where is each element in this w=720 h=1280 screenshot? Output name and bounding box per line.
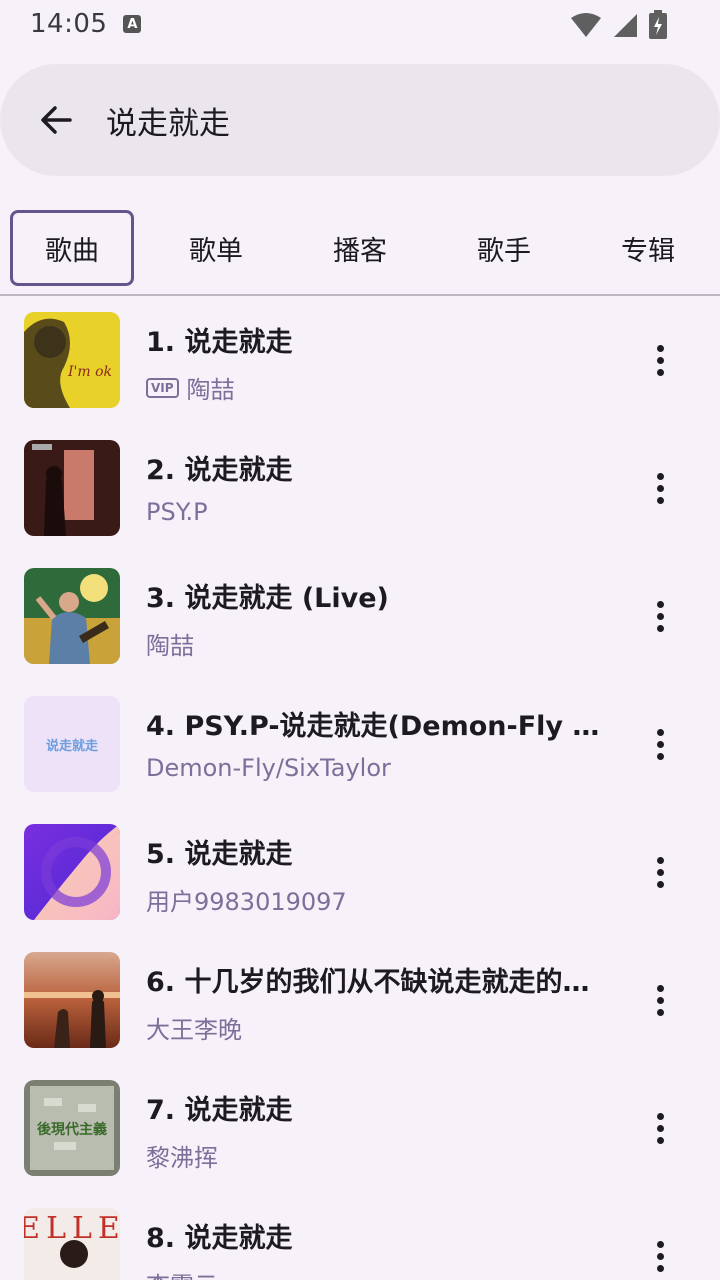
more-options-button[interactable] [636,1104,684,1152]
song-subtitle: VIP 陶喆 [146,370,235,405]
album-art: ELLE [24,1208,120,1280]
song-subtitle: Demon-Fly/SixTaylor [146,754,391,782]
song-row[interactable]: 6. 十几岁的我们从不缺说走就走的勇气 大王李晚 [0,936,720,1064]
song-row[interactable]: 说走就走 4. PSY.P-说走就走(Demon-Fly SixTaylor R… [0,680,720,808]
song-title: 5. 说走就走 [146,839,293,870]
more-options-button[interactable] [636,1232,684,1280]
song-row[interactable]: 5. 说走就走 用户9983019097 [0,808,720,936]
tab-podcasts[interactable]: 播客 [298,210,422,286]
album-art-label: I'm ok [67,364,112,380]
tab-playlists[interactable]: 歌单 [154,210,278,286]
song-row[interactable]: I'm ok 1. 说走就走 VIP 陶喆 [0,296,720,424]
back-button[interactable] [26,90,86,150]
vip-icon: VIP [146,377,179,398]
tab-bar: 歌曲 歌单 播客 歌手 专辑 [0,206,720,290]
signal-icon [614,14,637,37]
back-arrow-icon [41,106,72,134]
song-row[interactable]: 2. 说走就走 PSY.P [0,424,720,552]
album-art: 说走就走 [24,696,120,792]
song-artist: PSY.P [146,498,208,526]
song-artist: 大王李晚 [146,1016,242,1044]
album-art-label: 後現代主義 [37,1121,107,1138]
notification-a-icon: A [123,15,142,33]
song-title: 1. 说走就走 [146,327,293,358]
song-artist: 陶喆 [186,376,235,404]
song-subtitle: PSY.P [146,498,208,526]
tab-artists[interactable]: 歌手 [442,210,566,286]
song-subtitle: 李霄云 [146,1266,218,1280]
album-art-label: 说走就走 [46,738,99,754]
song-row[interactable]: ELLE 8. 说走就走 李霄云 [0,1192,720,1280]
album-art [24,824,120,920]
more-options-button[interactable] [636,976,684,1024]
more-options-button[interactable] [636,592,684,640]
song-subtitle: 大王李晚 [146,1010,242,1045]
song-artist: 李霄云 [146,1266,218,1280]
more-options-button[interactable] [636,464,684,512]
album-art: I'm ok [24,312,120,408]
wifi-icon [571,13,601,37]
song-subtitle: 用户9983019097 [146,882,347,917]
song-subtitle: 黎沸挥 [146,1138,218,1173]
tab-albums[interactable]: 专辑 [586,210,710,286]
song-artist: 用户9983019097 [146,888,347,916]
album-art [24,440,120,536]
song-artist: Demon-Fly/SixTaylor [146,754,391,782]
song-title: 8. 说走就走 [146,1223,293,1254]
song-artist: 陶喆 [146,632,194,660]
song-row[interactable]: 後現代主義 7. 说走就走 黎沸挥 [0,1064,720,1192]
song-title: 2. 说走就走 [146,455,293,486]
screen: 14:05 A 说走就走 歌曲 歌单 播客 歌手 专辑 I'm ok 1. 说走… [0,0,720,1280]
song-row[interactable]: 3. 说走就走 (Live) 陶喆 [0,552,720,680]
song-list: I'm ok 1. 说走就走 VIP 陶喆 2. 说走就走 PSY.P 3. 说… [0,296,720,1280]
song-subtitle: 陶喆 [146,626,194,661]
more-options-button[interactable] [636,848,684,896]
search-bar[interactable]: 说走就走 [0,64,720,176]
album-art [24,952,120,1048]
status-time: 14:05 [30,9,108,39]
song-title: 3. 说走就走 (Live) [146,583,389,614]
more-options-button[interactable] [636,720,684,768]
song-artist: 黎沸挥 [146,1144,218,1172]
search-input[interactable]: 说走就走 [106,98,230,143]
battery-icon [649,10,667,39]
song-title: 4. PSY.P-说走就走(Demon-Fly SixTaylor Remix) [146,711,606,742]
album-art [24,568,120,664]
status-bar: 14:05 A [0,0,720,48]
song-title: 7. 说走就走 [146,1095,293,1126]
more-options-button[interactable] [636,336,684,384]
status-icons [570,10,668,40]
tab-songs[interactable]: 歌曲 [10,210,134,286]
album-art: 後現代主義 [24,1080,120,1176]
song-title: 6. 十几岁的我们从不缺说走就走的勇气 [146,967,606,998]
